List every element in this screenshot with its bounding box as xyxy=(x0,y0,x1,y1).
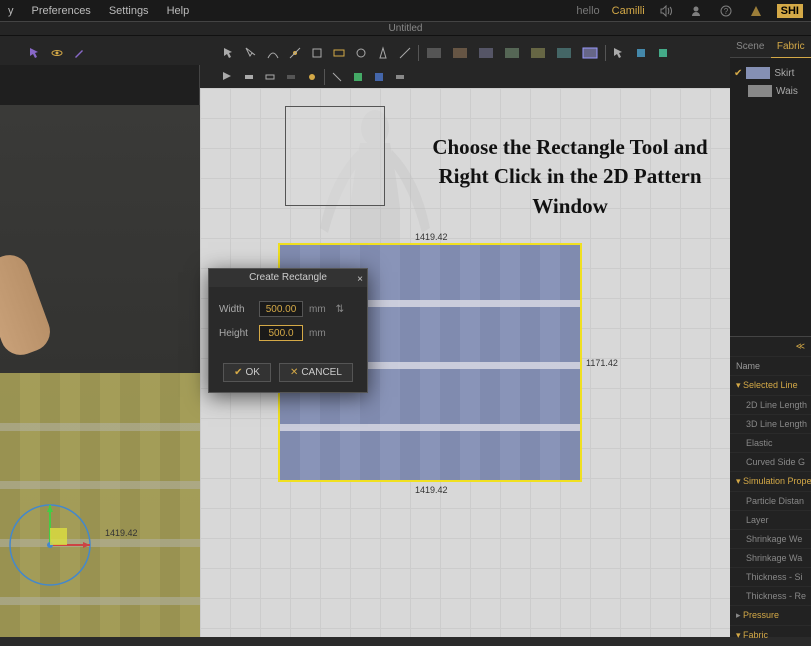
prop-selected-line-header[interactable]: ▾ Selected Line xyxy=(730,376,811,396)
tool-dart-icon[interactable] xyxy=(374,44,392,62)
help-icon[interactable]: ? xyxy=(717,2,735,20)
tool-seam-2-icon[interactable] xyxy=(449,44,471,62)
svg-text:?: ? xyxy=(723,7,728,16)
3d-viewport[interactable]: 1419.42 xyxy=(0,105,200,637)
brand-badge: SHI xyxy=(777,4,803,18)
toolbar2-separator xyxy=(324,69,325,85)
tool2-6-icon[interactable] xyxy=(329,68,346,86)
tool2-3-icon[interactable] xyxy=(262,68,279,86)
menu-item-preferences[interactable]: Preferences xyxy=(32,5,91,17)
prop-particle: Particle Distan xyxy=(730,492,811,511)
tool-seam-5-icon[interactable] xyxy=(527,44,549,62)
avatar-arm xyxy=(0,249,56,360)
tool-polygon-icon[interactable] xyxy=(308,44,326,62)
dialog-title-text: Create Rectangle xyxy=(249,272,327,283)
link-icon[interactable]: ⇅ xyxy=(336,304,344,315)
tool-edit-curve-icon[interactable] xyxy=(264,44,282,62)
document-title: Untitled xyxy=(0,22,811,36)
hello-label: hello xyxy=(576,5,599,17)
notification-icon[interactable] xyxy=(747,2,765,20)
prop-thick-si: Thickness - Si xyxy=(730,568,811,587)
check-icon: ✔ xyxy=(734,68,742,79)
instruction-text: Choose the Rectangle Tool and Right Clic… xyxy=(430,133,710,221)
prop-curved: Curved Side G xyxy=(730,453,811,472)
tool-select-icon[interactable] xyxy=(220,44,238,62)
cancel-button[interactable]: ✕CANCEL xyxy=(279,363,353,382)
tool-seam-1-icon[interactable] xyxy=(423,44,445,62)
toolbar-separator-2 xyxy=(605,45,606,61)
prop-name: Name xyxy=(730,357,811,376)
tool-nav-3-icon[interactable] xyxy=(654,44,672,62)
prop-elastic: Elastic xyxy=(730,434,811,453)
fabric-swatch-2 xyxy=(748,85,772,97)
fabric-label: Skirt xyxy=(774,68,794,79)
toolbar-separator xyxy=(418,45,419,61)
width-input[interactable] xyxy=(259,301,303,317)
menu-item-settings[interactable]: Settings xyxy=(109,5,149,17)
transform-gizmo[interactable] xyxy=(5,500,95,590)
dimension-top: 1419.42 xyxy=(415,232,448,242)
username[interactable]: Camilli xyxy=(612,5,645,17)
properties-panel: ≪ Name ▾ Selected Line 2D Line Length 3D… xyxy=(730,336,811,637)
height-input[interactable] xyxy=(259,325,303,341)
tool-seam-4-icon[interactable] xyxy=(501,44,523,62)
tool-circle-icon[interactable] xyxy=(352,44,370,62)
selection-marquee xyxy=(285,106,385,206)
tool-edit-point-icon[interactable] xyxy=(242,44,260,62)
prop-shrink-wa: Shrinkage Wa xyxy=(730,549,811,568)
create-rectangle-dialog: Create Rectangle × Width mm ⇅ Height mm … xyxy=(208,268,368,393)
prop-2d-line: 2D Line Length xyxy=(730,396,811,415)
prop-sim-header[interactable]: ▾ Simulation Propert xyxy=(730,472,811,492)
tool-rectangle-icon[interactable] xyxy=(330,44,348,62)
tab-scene[interactable]: Scene xyxy=(730,36,771,58)
collapse-icon[interactable]: ≪ xyxy=(796,341,805,351)
tool-nav-1-icon[interactable] xyxy=(610,44,628,62)
menu-item-help[interactable]: Help xyxy=(167,5,190,17)
width-label: Width xyxy=(219,304,253,315)
dim-3d-label: 1419.42 xyxy=(105,528,138,538)
tool-pen-icon[interactable] xyxy=(70,44,88,62)
tool2-9-icon[interactable] xyxy=(391,68,408,86)
height-unit: mm xyxy=(309,328,326,339)
height-label: Height xyxy=(219,328,253,339)
prop-3d-line: 3D Line Length xyxy=(730,415,811,434)
fabric-label-2: Wais xyxy=(776,86,798,97)
tool-seam-6-icon[interactable] xyxy=(553,44,575,62)
tool-seam-7-icon[interactable] xyxy=(579,44,601,62)
tab-fabric[interactable]: Fabric xyxy=(771,36,811,58)
right-panel: Scene Fabric ✔ Skirt Wais ≪ Name ▾ Selec… xyxy=(730,36,811,637)
tool-rotate-icon[interactable] xyxy=(48,44,66,62)
ok-button[interactable]: ✔OK xyxy=(223,363,271,382)
prop-pressure-header[interactable]: ▸ Pressure xyxy=(730,606,811,626)
tool2-2-icon[interactable] xyxy=(241,68,258,86)
tool2-7-icon[interactable] xyxy=(350,68,367,86)
tool-arrow-icon[interactable] xyxy=(26,44,44,62)
tool-nav-2-icon[interactable] xyxy=(632,44,650,62)
fabric-list: ✔ Skirt Wais xyxy=(730,58,811,106)
close-icon[interactable]: × xyxy=(357,271,363,289)
tool2-4-icon[interactable] xyxy=(282,68,299,86)
tool-add-point-icon[interactable] xyxy=(286,44,304,62)
tool2-8-icon[interactable] xyxy=(370,68,387,86)
dimension-right: 1171.42 xyxy=(586,358,618,368)
prop-fabric-header[interactable]: ▾ Fabric xyxy=(730,626,811,646)
tool2-5-icon[interactable] xyxy=(303,68,320,86)
tool-seam-3-icon[interactable] xyxy=(475,44,497,62)
user-icon[interactable] xyxy=(687,2,705,20)
width-unit: mm xyxy=(309,304,326,315)
tool2-1-icon[interactable] xyxy=(220,68,237,86)
fabric-item-waist[interactable]: Wais xyxy=(734,82,807,100)
volume-icon[interactable] xyxy=(657,2,675,20)
prop-thick-re: Thickness - Re xyxy=(730,587,811,606)
prop-layer: Layer xyxy=(730,511,811,530)
prop-shrink-we: Shrinkage We xyxy=(730,530,811,549)
dimension-bottom: 1419.42 xyxy=(415,485,448,495)
menu-item-y[interactable]: y xyxy=(8,5,14,17)
fabric-swatch xyxy=(746,67,770,79)
left-panel: 1419.42 xyxy=(0,65,200,637)
tool-line-icon[interactable] xyxy=(396,44,414,62)
fabric-item-skirt[interactable]: ✔ Skirt xyxy=(734,64,807,82)
